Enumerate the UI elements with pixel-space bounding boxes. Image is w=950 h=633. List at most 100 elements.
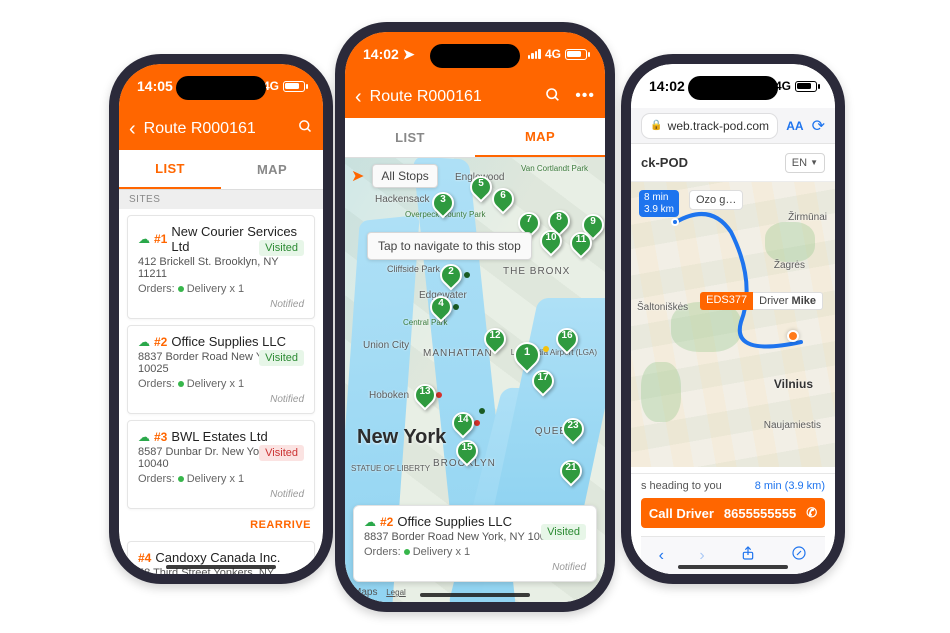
notified-label: Notified — [364, 562, 586, 573]
map-pin[interactable]: 2 — [440, 264, 462, 294]
tab-map[interactable]: MAP — [221, 150, 323, 189]
map-place-label: Union City — [363, 340, 409, 351]
forward-icon[interactable]: › — [699, 547, 704, 565]
map-place-label: Naujamiestis — [764, 420, 821, 431]
network-label: 4G — [545, 47, 561, 61]
stop-card[interactable]: ☁ #3 BWL Estates Ltd 8587 Dunbar Dr. New… — [127, 420, 315, 509]
pin-status-dot — [436, 392, 442, 398]
language-button[interactable]: EN ▼ — [785, 153, 825, 173]
tabs: LIST MAP — [119, 150, 323, 190]
delivery-label: Delivery x 1 — [187, 283, 244, 295]
stop-number: #2 — [380, 515, 393, 529]
cloud-icon: ☁ — [138, 430, 150, 444]
tab-map[interactable]: MAP — [475, 118, 605, 157]
search-icon[interactable] — [545, 87, 561, 108]
pin-status-dot — [543, 346, 549, 352]
map-pin[interactable]: 11 — [570, 232, 592, 262]
tracking-footer: s heading to you 8 min (3.9 km) Call Dri… — [631, 473, 835, 574]
map-place-label: Cliffside Park — [387, 264, 440, 274]
tab-list[interactable]: LIST — [345, 118, 475, 157]
url-text: web.track-pod.com — [668, 119, 769, 133]
driver-chip[interactable]: EDS377 Driver Mike — [700, 292, 823, 310]
maps-credit: Maps Legal — [353, 586, 406, 598]
reload-icon[interactable]: ⟳ — [812, 116, 825, 136]
map-pin[interactable]: 1 — [514, 342, 536, 372]
cloud-icon: ☁ — [138, 232, 150, 246]
safari-address-bar[interactable]: 🔒 web.track-pod.com AA ⟳ — [631, 108, 835, 144]
orders-label: Orders: — [138, 378, 175, 390]
notified-label: Notified — [138, 299, 304, 310]
stop-card[interactable]: #4 Candoxy Canada Inc. 58 Third Street Y… — [127, 541, 315, 574]
stop-name: Office Supplies LLC — [171, 334, 286, 349]
header-title: Route R000161 — [144, 120, 290, 138]
status-time: 14:05 — [137, 78, 173, 94]
map-place-label: STATUE OF LIBERTY — [351, 464, 430, 473]
address-chip: Ozo g… — [689, 190, 743, 210]
stop-card[interactable]: ☁ #1 New Courier Services Ltd 412 Bricke… — [127, 215, 315, 319]
tracking-map[interactable]: Žirmūnai Šaltoniškės Žagrės Vilnius Nauj… — [631, 182, 835, 467]
rearrive-button[interactable]: REARRIVE — [119, 515, 323, 535]
map-pin[interactable]: 15 — [456, 440, 478, 470]
map-pin[interactable]: 3 — [432, 192, 454, 222]
map-pin[interactable]: 17 — [532, 370, 554, 400]
compass-icon[interactable]: ➤ — [351, 166, 364, 186]
status-dot-icon — [178, 286, 184, 292]
pin-status-dot — [453, 304, 459, 310]
map-pin[interactable]: 21 — [560, 460, 582, 490]
origin-dot-icon — [671, 218, 679, 226]
battery-icon — [565, 49, 587, 60]
safari-icon[interactable] — [791, 545, 807, 566]
back-icon[interactable]: ‹ — [659, 547, 664, 565]
map-pin[interactable]: 14 — [452, 412, 474, 442]
orders-label: Orders: — [138, 473, 175, 485]
stop-name: Office Supplies LLC — [397, 514, 512, 529]
stop-address: 412 Brickell St. Brooklyn, NY 11211 — [138, 256, 304, 280]
all-stops-button[interactable]: All Stops — [372, 164, 437, 188]
stop-card[interactable]: ☁ #2 Office Supplies LLC 8837 Border Roa… — [127, 325, 315, 414]
stop-number: #2 — [154, 335, 167, 349]
back-icon[interactable]: ‹ — [129, 118, 136, 141]
delivery-label: Delivery x 1 — [413, 546, 470, 558]
delivery-label: Delivery x 1 — [187, 473, 244, 485]
home-indicator — [166, 565, 276, 569]
map-area-label: MANHATTAN — [423, 348, 493, 359]
selected-stop-card[interactable]: ☁ #2 Office Supplies LLC 8837 Border Roa… — [353, 505, 597, 582]
visited-badge: Visited — [259, 350, 304, 366]
status-dot-icon — [178, 476, 184, 482]
nav-tooltip[interactable]: Tap to navigate to this stop — [367, 232, 532, 260]
call-driver-button[interactable]: Call Driver 8655555555 ✆ — [641, 498, 825, 528]
share-icon[interactable] — [740, 545, 756, 566]
back-icon[interactable]: ‹ — [355, 86, 362, 109]
lock-icon: 🔒 — [650, 120, 662, 131]
section-sites: SITES — [119, 190, 323, 209]
battery-icon — [283, 81, 305, 92]
map-pin[interactable]: 10 — [540, 230, 562, 260]
map-pin[interactable]: 6 — [492, 188, 514, 218]
delivery-label: Delivery x 1 — [187, 378, 244, 390]
page-title: ck-POD — [641, 155, 688, 170]
location-icon: ➤ — [403, 46, 415, 63]
map-pin[interactable]: 16 — [556, 328, 578, 358]
chevron-down-icon: ▼ — [810, 158, 818, 167]
notified-label: Notified — [138, 394, 304, 405]
aa-button[interactable]: AA — [786, 119, 803, 133]
map-pin[interactable]: 12 — [484, 328, 506, 358]
map-city-label: New York — [357, 426, 446, 449]
battery-icon — [795, 81, 817, 92]
orders-label: Orders: — [364, 546, 401, 558]
map-pin[interactable]: 5 — [470, 176, 492, 206]
map-pin[interactable]: 23 — [562, 418, 584, 448]
route-map[interactable]: New York BROOKLYN MANHATTAN Hoboken Unio… — [345, 158, 605, 602]
home-indicator — [420, 593, 530, 597]
map-pin[interactable]: 13 — [414, 384, 436, 414]
legal-link[interactable]: Legal — [386, 588, 406, 597]
more-icon[interactable]: ••• — [575, 87, 595, 108]
map-pin[interactable]: 4 — [430, 296, 452, 326]
tabs: LIST MAP — [345, 118, 605, 158]
signal-icon — [528, 49, 541, 59]
tab-list[interactable]: LIST — [119, 150, 221, 189]
stop-name: BWL Estates Ltd — [171, 429, 267, 444]
app-header: ‹ Route R000161 ••• — [345, 76, 605, 118]
page-header: ck-POD EN ▼ — [631, 144, 835, 182]
search-icon[interactable] — [298, 119, 313, 139]
